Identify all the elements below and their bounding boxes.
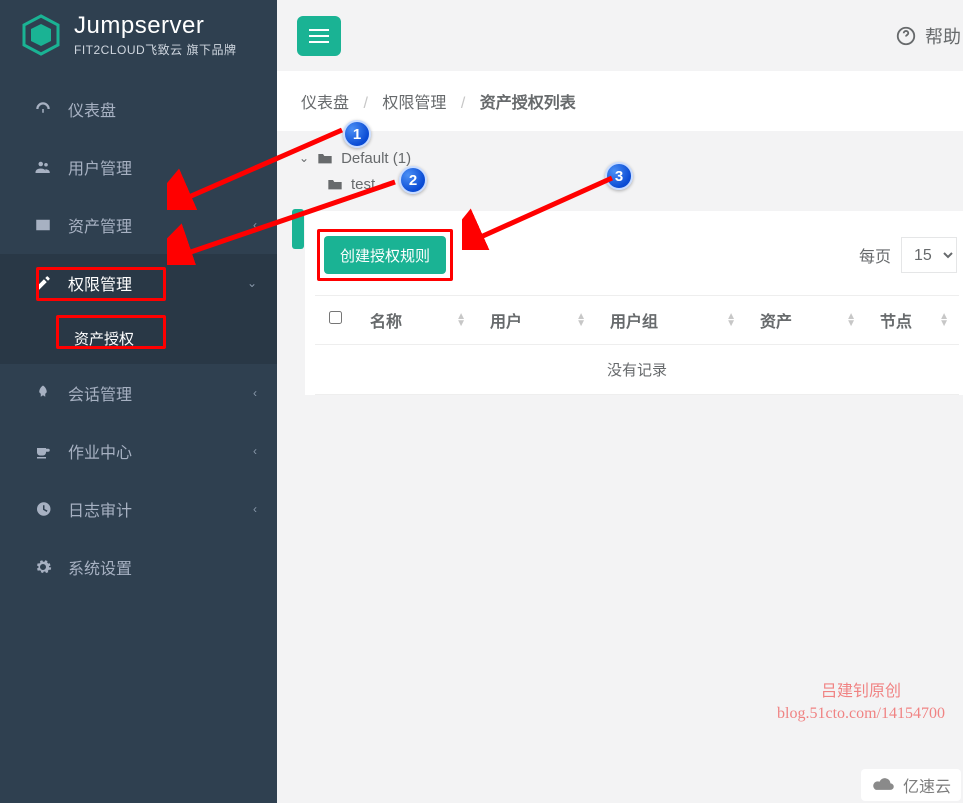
column-header-name[interactable]: 名称▲▼ <box>356 296 476 345</box>
sort-icon: ▲▼ <box>846 313 856 327</box>
help-link[interactable]: 帮助 <box>895 23 961 49</box>
brand-logo-icon <box>18 12 64 58</box>
coffee-icon <box>34 442 52 460</box>
sidebar: Jumpserver FIT2CLOUD飞致云 旗下品牌 仪表盘 用户管理 ‹ … <box>0 0 277 803</box>
watermark-author: 吕建钊原创 blog.51cto.com/14154700 <box>777 681 945 725</box>
brand-tagline: FIT2CLOUD飞致云 旗下品牌 <box>74 41 237 58</box>
cloud-icon <box>871 776 897 794</box>
annotation-highlight-create-button: 创建授权规则 <box>317 229 453 281</box>
sidebar-item-dashboard[interactable]: 仪表盘 <box>0 80 277 138</box>
annotation-highlight-permissions <box>36 267 166 301</box>
breadcrumb-current: 资产授权列表 <box>480 95 576 112</box>
inbox-icon <box>34 216 52 234</box>
create-rule-button[interactable]: 创建授权规则 <box>324 236 446 274</box>
annotation-badge-1: 1 <box>343 120 371 148</box>
chevron-left-icon: ‹ <box>253 444 257 458</box>
rocket-icon <box>34 384 52 402</box>
menu-icon <box>309 28 329 44</box>
sort-icon: ▲▼ <box>456 313 466 327</box>
column-header-user[interactable]: 用户▲▼ <box>476 296 596 345</box>
dashboard-icon <box>34 100 52 118</box>
column-header-asset[interactable]: 资产▲▼ <box>746 296 866 345</box>
chevron-left-icon: ‹ <box>253 160 257 174</box>
folder-open-icon <box>317 151 333 165</box>
breadcrumb-separator: / <box>461 95 465 112</box>
per-page-label: 每页 <box>859 243 891 267</box>
column-header-usergroup[interactable]: 用户组▲▼ <box>596 296 746 345</box>
chevron-down-icon: ⌄ <box>299 151 309 165</box>
breadcrumb: 仪表盘 / 权限管理 / 资产授权列表 <box>277 71 963 131</box>
breadcrumb-root[interactable]: 仪表盘 <box>301 95 349 112</box>
gears-icon <box>34 558 52 576</box>
chevron-left-icon: ‹ <box>253 218 257 232</box>
brand-name: Jumpserver <box>74 13 237 39</box>
annotation-badge-2: 2 <box>399 166 427 194</box>
sort-icon: ▲▼ <box>939 313 949 327</box>
panel-collapse-handle[interactable] <box>292 209 304 249</box>
sidebar-item-assets[interactable]: 资产管理 ‹ <box>0 196 277 254</box>
sidebar-item-label: 日志审计 <box>68 497 132 521</box>
annotation-highlight-asset-auth <box>56 315 166 349</box>
breadcrumb-section[interactable]: 权限管理 <box>382 95 446 112</box>
select-all-header[interactable] <box>315 296 356 345</box>
permission-table: 名称▲▼ 用户▲▼ 用户组▲▼ 资产▲▼ 节点▲▼ 没有记录 <box>315 295 959 395</box>
sidebar-item-label: 系统设置 <box>68 555 132 579</box>
main: 帮助 仪表盘 / 权限管理 / 资产授权列表 ⌄ Default (1) <box>277 0 963 803</box>
per-page-select[interactable]: 15 <box>901 237 957 273</box>
watermark-corner: 亿速云 <box>861 769 961 801</box>
history-icon <box>34 500 52 518</box>
breadcrumb-separator: / <box>363 95 367 112</box>
sort-icon: ▲▼ <box>726 313 736 327</box>
sidebar-item-jobs[interactable]: 作业中心 ‹ <box>0 422 277 480</box>
content-card: 创建授权规则 每页 15 <box>305 211 963 395</box>
sidebar-item-logs[interactable]: 日志审计 ‹ <box>0 480 277 538</box>
folder-icon <box>327 177 343 191</box>
select-all-checkbox[interactable] <box>329 311 342 324</box>
sort-icon: ▲▼ <box>576 313 586 327</box>
per-page-control: 每页 15 <box>859 237 957 273</box>
tree-root-label: Default (1) <box>341 150 411 167</box>
empty-row: 没有记录 <box>315 345 959 395</box>
sidebar-item-label: 资产管理 <box>68 213 132 237</box>
sidebar-item-label: 作业中心 <box>68 439 132 463</box>
chevron-left-icon: ‹ <box>253 386 257 400</box>
sidebar-item-label: 仪表盘 <box>68 97 116 121</box>
sidebar-toggle-button[interactable] <box>297 16 341 56</box>
help-icon <box>895 25 917 47</box>
sidebar-item-label: 用户管理 <box>68 155 132 179</box>
sidebar-item-settings[interactable]: 系统设置 <box>0 538 277 596</box>
sidebar-item-label: 会话管理 <box>68 381 132 405</box>
users-icon <box>34 158 52 176</box>
help-label: 帮助 <box>925 23 961 49</box>
annotation-badge-3: 3 <box>605 162 633 190</box>
topbar: 帮助 <box>277 0 963 71</box>
brand: Jumpserver FIT2CLOUD飞致云 旗下品牌 <box>0 0 277 68</box>
chevron-down-icon: ⌄ <box>247 276 257 290</box>
column-header-node[interactable]: 节点▲▼ <box>866 296 959 345</box>
chevron-left-icon: ‹ <box>253 502 257 516</box>
sidebar-item-users[interactable]: 用户管理 ‹ <box>0 138 277 196</box>
tree-child-label: test <box>351 176 375 193</box>
sidebar-item-sessions[interactable]: 会话管理 ‹ <box>0 364 277 422</box>
